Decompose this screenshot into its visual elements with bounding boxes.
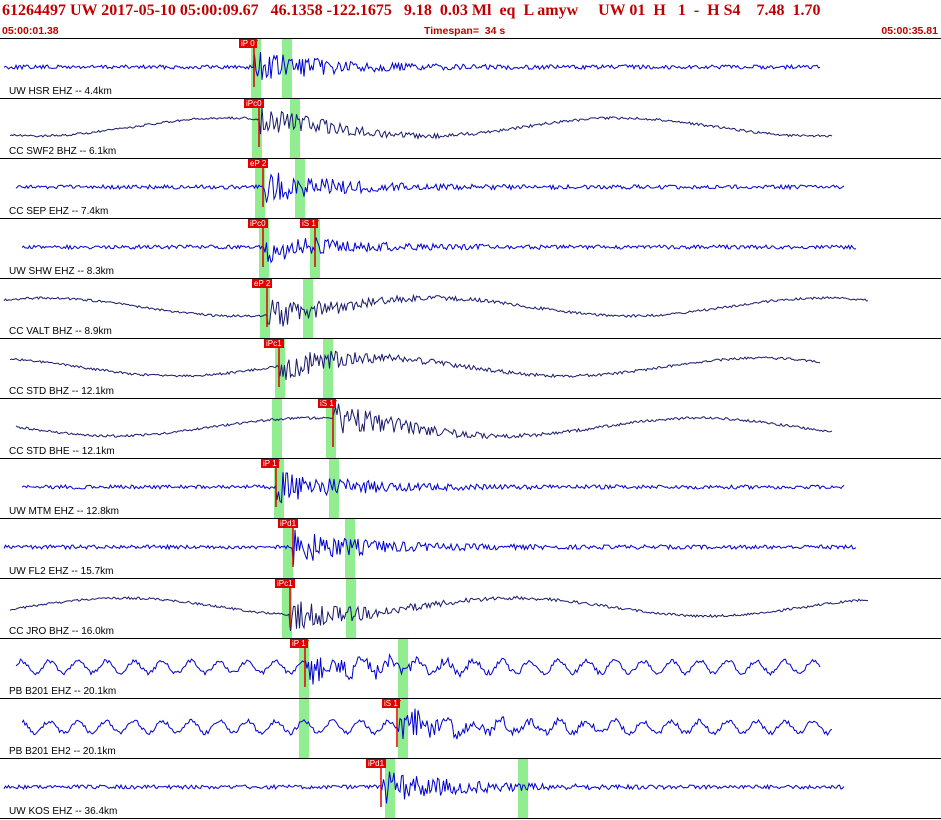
analysis-window: [326, 399, 336, 458]
trace-canvas: [15, 159, 845, 218]
station-label: PB B201 EH2 -- 20.1km: [9, 746, 116, 757]
trace-panel[interactable]: iP 1 PB B201 EHZ -- 20.1km: [0, 639, 941, 699]
station-label: UW SHW EHZ -- 8.3km: [9, 266, 114, 277]
trace-canvas: [3, 39, 821, 98]
station-label: CC STD BHZ -- 12.1km: [9, 386, 115, 397]
waveform-trace: [15, 653, 821, 685]
analysis-window: [398, 699, 408, 758]
pick-flag-icon[interactable]: eP 2: [248, 159, 269, 168]
station-label: UW HSR EHZ -- 4.4km: [9, 86, 112, 97]
trace-canvas: [3, 279, 869, 338]
trace-canvas: [21, 459, 845, 518]
waveform-trace: [9, 350, 821, 381]
waveform-trace: [21, 708, 833, 740]
trace-panel[interactable]: iPc0 CC SWF2 BHZ -- 6.1km: [0, 99, 941, 159]
waveform-trace: [21, 472, 845, 504]
waveform-trace: [15, 403, 833, 440]
station-label: CC VALT BHZ -- 8.9km: [9, 326, 112, 337]
time-start-label: 05:00:01.38: [2, 25, 59, 37]
trace-panel[interactable]: eP 2 CC SEP EHZ -- 7.4km: [0, 159, 941, 219]
station-label: UW MTM EHZ -- 12.8km: [9, 506, 119, 517]
event-title: 61264497 UW 2017-05-10 05:00:09.67 46.13…: [2, 2, 821, 19]
waveform-trace: [9, 595, 868, 631]
trace-panel[interactable]: iPc1 CC STD BHZ -- 12.1km: [0, 339, 941, 399]
trace-canvas: [3, 519, 857, 578]
pick-flag-icon[interactable]: iPd1: [366, 759, 387, 768]
time-end-label: 05:00:35.81: [881, 25, 938, 37]
analysis-window: [272, 399, 282, 458]
trace-panel[interactable]: iPd1 UW FL2 EHZ -- 15.7km: [0, 519, 941, 579]
analysis-window: [299, 699, 309, 758]
pick-flag-icon[interactable]: iP 0: [239, 39, 257, 48]
pick-flag-icon[interactable]: iPc0: [248, 219, 268, 228]
station-label: UW FL2 EHZ -- 15.7km: [9, 566, 114, 577]
trace-panel[interactable]: eP 2 CC VALT BHZ -- 8.9km: [0, 279, 941, 339]
trace-canvas: [9, 339, 821, 398]
pick-flag-icon[interactable]: iS 1: [318, 399, 336, 408]
trace-canvas: [3, 759, 845, 818]
trace-canvas: [9, 579, 868, 638]
trace-canvas: [15, 639, 821, 698]
pick-flag-icon[interactable]: iS 1: [300, 219, 318, 228]
pick-flag-icon[interactable]: iPc1: [264, 339, 284, 348]
analysis-window: [323, 339, 333, 398]
waveform-trace: [15, 172, 845, 203]
analysis-window: [295, 159, 305, 218]
station-label: PB B201 EHZ -- 20.1km: [9, 686, 117, 697]
pick-flag-icon[interactable]: iP 1: [290, 639, 308, 648]
trace-canvas: [9, 99, 833, 158]
station-label: CC SWF2 BHZ -- 6.1km: [9, 146, 117, 157]
station-label: CC JRO BHZ -- 16.0km: [9, 626, 115, 637]
pick-flag-icon[interactable]: eP 2: [252, 279, 273, 288]
trace-panel[interactable]: iP 0 UW HSR EHZ -- 4.4km: [0, 39, 941, 99]
event-header: 61264497 UW 2017-05-10 05:00:09.67 46.13…: [0, 0, 941, 38]
waveform-trace: [3, 293, 869, 327]
trace-panel[interactable]: iPc1 CC JRO BHZ -- 16.0km: [0, 579, 941, 639]
analysis-window: [299, 639, 309, 698]
waveform-trace: [21, 237, 857, 264]
analysis-window: [385, 759, 395, 818]
waveform-trace: [3, 529, 857, 565]
trace-panel[interactable]: iP 1 UW MTM EHZ -- 12.8km: [0, 459, 941, 519]
seismogram-panels[interactable]: iP 0 UW HSR EHZ -- 4.4km iPc0 CC SWF2 BHZ -…: [0, 39, 941, 820]
waveform-trace: [9, 106, 833, 140]
station-label: CC STD BHE -- 12.1km: [9, 446, 115, 457]
timespan-label: Timespan= 34 s: [424, 25, 506, 37]
station-label: UW KOS EHZ -- 36.4km: [9, 806, 118, 817]
trace-panel[interactable]: iS 1 PB B201 EH2 -- 20.1km: [0, 699, 941, 759]
analysis-window: [290, 99, 300, 158]
waveform-trace: [3, 52, 821, 80]
pick-flag-icon[interactable]: iPd1: [278, 519, 299, 528]
trace-panel[interactable]: iS 1 CC STD BHE -- 12.1km: [0, 399, 941, 459]
trace-canvas: [21, 699, 833, 758]
pick-flag-icon[interactable]: iPc1: [275, 579, 295, 588]
trace-panel[interactable]: iPc0 iS 1 UW SHW EHZ -- 8.3km: [0, 219, 941, 279]
trace-canvas: [21, 219, 857, 278]
waveform-trace: [3, 771, 845, 804]
station-label: CC SEP EHZ -- 7.4km: [9, 206, 109, 217]
pick-flag-icon[interactable]: iPc0: [244, 99, 264, 108]
pick-flag-icon[interactable]: iS 1: [382, 699, 400, 708]
analysis-window: [260, 279, 270, 338]
analysis-window: [283, 519, 293, 578]
trace-canvas: [15, 399, 833, 458]
trace-panel[interactable]: iPd1 UW KOS EHZ -- 36.4km: [0, 759, 941, 819]
pick-flag-icon[interactable]: iP 1: [261, 459, 279, 468]
analysis-window: [303, 279, 313, 338]
